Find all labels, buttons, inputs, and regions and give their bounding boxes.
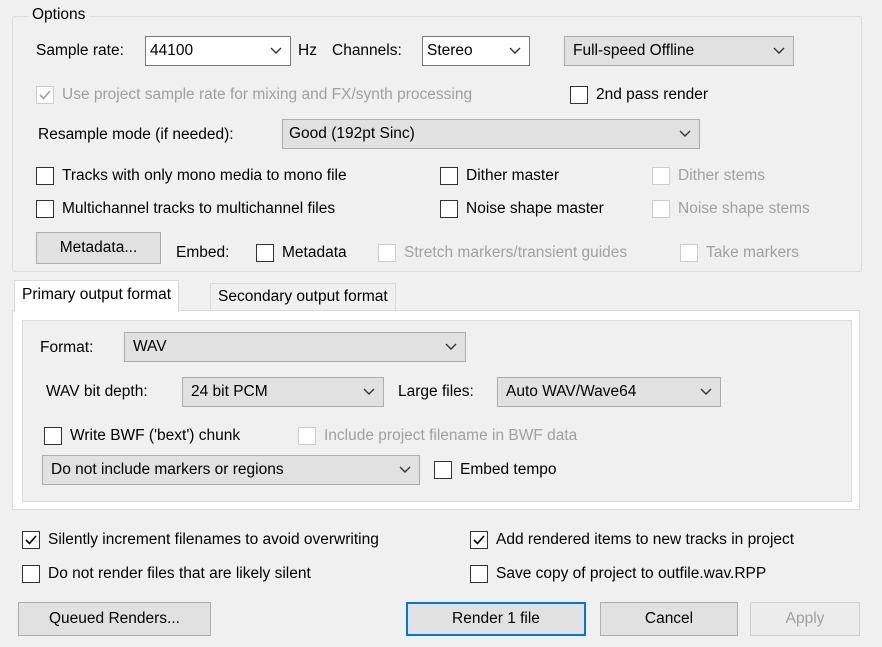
embed-label: Embed:: [176, 244, 230, 261]
include-filename-label: Include project filename in BWF data: [324, 427, 578, 444]
bit-depth-combo[interactable]: 24 bit PCM: [182, 377, 384, 407]
chevron-down-icon: [679, 130, 691, 137]
render-speed-combo[interactable]: Full-speed Offline: [564, 36, 794, 66]
dither-stems-checkbox[interactable]: [652, 167, 670, 185]
large-files-label: Large files:: [398, 383, 474, 400]
bit-depth-label: WAV bit depth:: [46, 383, 148, 400]
chevron-down-icon: [700, 388, 712, 395]
cancel-button[interactable]: Cancel: [600, 602, 738, 636]
noise-shape-stems-checkbox[interactable]: [652, 200, 670, 218]
render-button[interactable]: Render 1 file: [406, 602, 586, 636]
metadata-button[interactable]: Metadata...: [36, 232, 161, 264]
queued-renders-button[interactable]: Queued Renders...: [18, 602, 211, 636]
sample-rate-value: 44100: [150, 42, 194, 59]
markers-combo[interactable]: Do not include markers or regions: [42, 455, 420, 485]
hz-label: Hz: [298, 42, 317, 59]
format-value: WAV: [133, 338, 167, 355]
add-rendered-checkbox[interactable]: [470, 531, 488, 549]
noise-shape-master-label: Noise shape master: [466, 200, 604, 217]
dither-stems-label: Dither stems: [678, 167, 765, 184]
mono-tracks-checkbox[interactable]: [36, 167, 54, 185]
render-speed-value: Full-speed Offline: [573, 42, 695, 59]
dither-master-checkbox[interactable]: [440, 167, 458, 185]
embed-tempo-label: Embed tempo: [460, 461, 557, 478]
resample-mode-value: Good (192pt Sinc): [289, 125, 415, 142]
noise-shape-stems-label: Noise shape stems: [678, 200, 810, 217]
bwf-chunk-checkbox[interactable]: [44, 427, 62, 445]
embed-stretch-checkbox[interactable]: [378, 244, 396, 262]
chevron-down-icon: [399, 466, 411, 473]
large-files-combo[interactable]: Auto WAV/Wave64: [497, 377, 721, 407]
large-files-value: Auto WAV/Wave64: [506, 383, 637, 400]
options-group-title: Options: [28, 6, 90, 24]
embed-metadata-label: Metadata: [282, 244, 347, 261]
chevron-down-icon: [363, 388, 375, 395]
checkmark-icon: [25, 535, 37, 545]
channels-value: Stereo: [427, 42, 473, 59]
resample-mode-label: Resample mode (if needed):: [38, 126, 234, 143]
format-label: Format:: [40, 339, 94, 356]
use-project-rate-checkbox[interactable]: [36, 86, 54, 104]
embed-take-markers-label: Take markers: [706, 244, 800, 261]
apply-button[interactable]: Apply: [750, 602, 860, 636]
add-rendered-label: Add rendered items to new tracks in proj…: [496, 531, 795, 548]
dither-master-label: Dither master: [466, 167, 560, 184]
second-pass-label: 2nd pass render: [596, 86, 709, 103]
markers-value: Do not include markers or regions: [51, 461, 284, 478]
embed-metadata-checkbox[interactable]: [256, 244, 274, 262]
save-copy-checkbox[interactable]: [470, 565, 488, 583]
checkmark-icon: [473, 535, 485, 545]
embed-take-markers-checkbox[interactable]: [680, 244, 698, 262]
format-combo[interactable]: WAV: [124, 332, 466, 362]
no-silent-label: Do not render files that are likely sile…: [48, 565, 311, 582]
second-pass-checkbox[interactable]: [570, 86, 588, 104]
chevron-down-icon: [773, 47, 785, 54]
sample-rate-label: Sample rate:: [36, 42, 124, 59]
tab-primary-output[interactable]: Primary output format: [14, 280, 180, 312]
checkmark-icon: [39, 90, 51, 100]
use-project-rate-label: Use project sample rate for mixing and F…: [62, 86, 473, 103]
mono-tracks-label: Tracks with only mono media to mono file: [62, 167, 347, 184]
include-filename-checkbox[interactable]: [298, 427, 316, 445]
increment-filenames-checkbox[interactable]: [22, 531, 40, 549]
tab-secondary-output[interactable]: Secondary output format: [210, 283, 396, 310]
channels-combo[interactable]: Stereo: [422, 36, 530, 66]
bwf-chunk-label: Write BWF ('bext') chunk: [70, 427, 241, 444]
embed-tempo-checkbox[interactable]: [434, 461, 452, 479]
chevron-down-icon: [270, 47, 282, 54]
save-copy-label: Save copy of project to outfile.wav.RPP: [496, 565, 767, 582]
noise-shape-master-checkbox[interactable]: [440, 200, 458, 218]
channels-label: Channels:: [332, 42, 402, 59]
multichannel-label: Multichannel tracks to multichannel file…: [62, 200, 336, 217]
multichannel-checkbox[interactable]: [36, 200, 54, 218]
increment-filenames-label: Silently increment filenames to avoid ov…: [48, 531, 379, 548]
resample-mode-combo[interactable]: Good (192pt Sinc): [282, 119, 700, 149]
no-silent-checkbox[interactable]: [22, 565, 40, 583]
chevron-down-icon: [445, 343, 457, 350]
embed-stretch-label: Stretch markers/transient guides: [404, 244, 628, 261]
sample-rate-combo[interactable]: 44100: [145, 36, 291, 66]
bit-depth-value: 24 bit PCM: [191, 383, 268, 400]
chevron-down-icon: [509, 47, 521, 54]
